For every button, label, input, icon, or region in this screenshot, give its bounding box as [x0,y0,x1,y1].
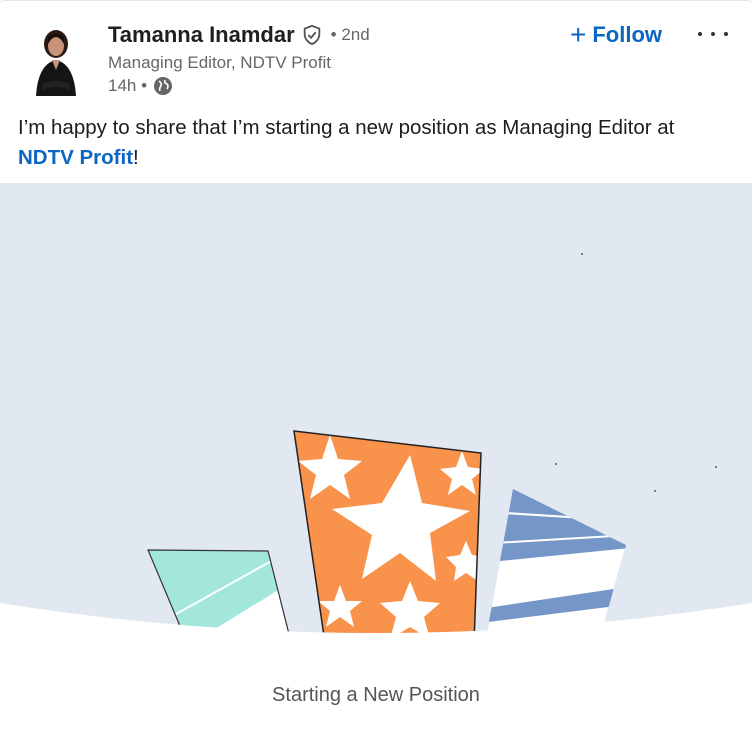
post-text: I’m happy to share that I’m starting a n… [18,113,718,173]
ellipsis-dot [698,32,702,36]
post-card: Tamanna Inamdar • 2nd Managing Editor, N… [0,0,752,736]
author-avatar[interactable] [28,24,84,96]
connection-degree: • 2nd [330,25,370,44]
ellipsis-dot [724,32,728,36]
author-headline: Managing Editor, NDTV Profit [108,53,331,72]
post-meta: 14h • [108,76,173,96]
post-media[interactable] [0,183,752,736]
media-caption: Starting a New Position [272,684,480,706]
plus-icon: + [570,19,587,50]
orange-star-gift [294,431,481,643]
author-row: Tamanna Inamdar • 2nd [108,22,370,48]
company-link[interactable]: NDTV Profit [18,146,133,169]
more-options-button[interactable] [698,22,728,46]
new-position-illustration [0,253,752,736]
follow-button[interactable]: + Follow [570,20,662,50]
post-time: 14h • [108,76,148,95]
post-text-body: I’m happy to share that I’m starting a n… [18,116,675,139]
ellipsis-dot [711,32,715,36]
verified-shield-icon [301,24,323,46]
author-name[interactable]: Tamanna Inamdar [108,22,295,48]
globe-icon [153,76,173,96]
follow-label: Follow [592,22,663,47]
avatar-photo [28,24,84,96]
post-text-end: ! [133,146,139,169]
